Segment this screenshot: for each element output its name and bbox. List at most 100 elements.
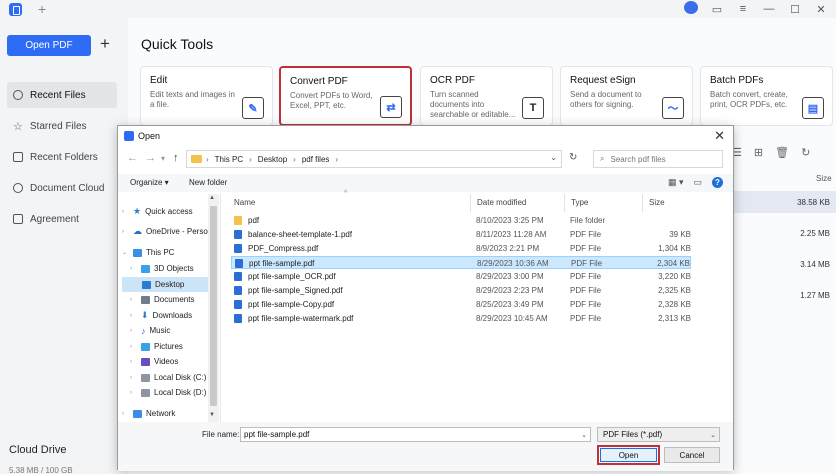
table-row[interactable]: ppt file-sample_OCR.pdf 8/29/2023 3:00 P… xyxy=(231,270,691,283)
table-row[interactable]: PDF_Compress.pdf 8/9/2023 2:21 PM PDF Fi… xyxy=(231,242,691,255)
network-icon xyxy=(133,409,142,418)
tree-item-network[interactable]: › Network xyxy=(122,406,175,421)
tool-card-edit[interactable]: Edit Edit texts and images in a file. ✎ xyxy=(140,66,273,126)
breadcrumb-this-pc[interactable]: This PC xyxy=(215,155,243,164)
scroll-up-icon[interactable]: ▲ xyxy=(209,195,215,201)
maximize-icon[interactable]: ☐ xyxy=(788,3,802,16)
tool-card-batch-pdfs[interactable]: Batch PDFs Batch convert, create, print,… xyxy=(700,66,833,126)
close-window-icon[interactable]: ✕ xyxy=(814,3,828,16)
open-button[interactable]: Open xyxy=(600,448,657,462)
tree-item-quick-access[interactable]: › ★ Quick access xyxy=(122,204,193,219)
chevron-down-icon[interactable]: ⌄ xyxy=(550,153,557,162)
tree-item-onedrive[interactable]: › ☁ OneDrive - Person xyxy=(122,224,212,239)
sidebar-item-document-cloud[interactable]: Document Cloud xyxy=(7,175,117,201)
help-icon[interactable]: ? xyxy=(712,177,723,188)
column-divider[interactable] xyxy=(642,194,643,212)
address-bar[interactable]: › This PC › Desktop › pdf files › ⌄ xyxy=(186,150,562,168)
refresh-icon[interactable]: ↻ xyxy=(801,146,810,159)
tree-item-label: Quick access xyxy=(145,207,193,216)
tree-item-videos[interactable]: › Videos xyxy=(130,354,178,369)
file-size: 2,313 KB xyxy=(658,314,691,323)
file-list: ^ Name Date modified Type Size pdf 8/10/… xyxy=(226,190,726,422)
tree-item-downloads[interactable]: › ⬇ Downloads xyxy=(130,308,192,323)
list-item[interactable]: 38.58 KB xyxy=(728,191,836,213)
tool-card-ocr-pdf[interactable]: OCR PDF Turn scanned documents into sear… xyxy=(420,66,553,126)
back-arrow-icon[interactable]: ← xyxy=(127,152,138,164)
tree-item-3d-objects[interactable]: › 3D Objects xyxy=(130,261,194,276)
column-header-size[interactable]: Size xyxy=(649,198,665,207)
column-divider[interactable] xyxy=(470,194,471,212)
table-row[interactable]: pdf 8/10/2023 3:25 PM File folder xyxy=(231,214,691,227)
grid-view-icon[interactable]: ⊞ xyxy=(754,146,763,159)
list-item[interactable]: 3.14 MB xyxy=(728,253,836,275)
sidebar-item-recent-folders[interactable]: Recent Folders xyxy=(7,144,117,170)
file-type-select[interactable]: PDF Files (*.pdf) ⌄ xyxy=(597,427,720,442)
tree-item-documents[interactable]: › Documents xyxy=(130,292,194,307)
file-name: ppt file-sample_OCR.pdf xyxy=(248,272,336,281)
esign-icon: 〜 xyxy=(662,97,684,119)
tree-item-music[interactable]: › ♪ Music xyxy=(130,323,170,338)
menu-icon[interactable]: ≡ xyxy=(736,3,750,15)
table-row[interactable]: ppt file-sample-watermark.pdf 8/29/2023 … xyxy=(231,312,691,325)
column-divider[interactable] xyxy=(564,194,565,212)
tree-item-this-pc[interactable]: ⌄ This PC xyxy=(122,245,174,260)
chevron-down-icon[interactable]: ⌄ xyxy=(581,431,587,439)
tool-card-request-esign[interactable]: Request eSign Send a document to others … xyxy=(560,66,693,126)
sidebar-item-recent-files[interactable]: Recent Files xyxy=(7,82,117,108)
new-folder-button[interactable]: New folder xyxy=(189,178,227,187)
disk-icon xyxy=(141,388,150,397)
list-item[interactable]: 2.25 MB xyxy=(728,222,836,244)
sort-ascending-icon: ^ xyxy=(344,190,348,197)
breadcrumb-desktop[interactable]: Desktop xyxy=(258,155,287,164)
recent-locations-icon[interactable]: ▾ xyxy=(161,154,165,163)
table-row[interactable]: ppt file-sample-Copy.pdf 8/25/2023 3:49 … xyxy=(231,298,691,311)
add-button[interactable]: + xyxy=(100,34,110,54)
organize-button[interactable]: Organize ▾ xyxy=(130,178,169,187)
tool-card-convert-pdf[interactable]: Convert PDF Convert PDFs to Word, Excel,… xyxy=(279,66,412,126)
file-date: 8/29/2023 2:23 PM xyxy=(476,286,544,295)
table-row[interactable]: ppt file-sample_Signed.pdf 8/29/2023 2:2… xyxy=(231,284,691,297)
column-header-type[interactable]: Type xyxy=(571,198,588,207)
up-arrow-icon[interactable]: ↑ xyxy=(173,152,179,164)
table-row[interactable]: balance-sheet-template-1.pdf 8/11/2023 1… xyxy=(231,228,691,241)
card-title: Edit xyxy=(150,75,168,86)
sidebar-item-agreement[interactable]: Agreement xyxy=(7,206,117,232)
chevron-down-icon: ⌄ xyxy=(710,432,716,439)
file-size: 3,220 KB xyxy=(658,272,691,281)
change-view-icon[interactable]: ▦ ▾ xyxy=(668,177,684,188)
delete-icon[interactable]: 🗑 xyxy=(775,146,789,159)
list-item[interactable]: 1.27 MB xyxy=(728,284,836,306)
file-type-value: PDF Files (*.pdf) xyxy=(603,430,663,439)
breadcrumb-pdf-files[interactable]: pdf files xyxy=(302,155,330,164)
sidebar-item-starred-files[interactable]: ☆ Starred Files xyxy=(7,113,117,139)
column-header-date[interactable]: Date modified xyxy=(477,198,526,207)
chat-icon[interactable]: ▭ xyxy=(710,3,724,16)
file-date: 8/25/2023 3:49 PM xyxy=(476,300,544,309)
search-input[interactable]: ⌕ Search pdf files xyxy=(593,150,723,168)
size-column-header: Size xyxy=(816,174,832,183)
tree-item-pictures[interactable]: › Pictures xyxy=(130,339,183,354)
pdf-file-icon xyxy=(234,300,242,309)
clock-icon xyxy=(13,90,23,100)
cancel-button[interactable]: Cancel xyxy=(664,447,720,463)
tree-item-local-disk-d[interactable]: › Local Disk (D:) xyxy=(130,385,206,400)
refresh-icon[interactable]: ↻ xyxy=(569,152,577,163)
column-header-name[interactable]: Name xyxy=(234,198,255,207)
file-type: PDF File xyxy=(570,230,602,239)
file-name: ppt file-sample.pdf xyxy=(249,259,315,268)
preview-pane-icon[interactable]: ▭ xyxy=(693,177,702,188)
table-row-selected[interactable]: ppt file-sample.pdf 8/29/2023 10:36 AM P… xyxy=(231,256,691,269)
tree-scrollbar[interactable]: ▲ ▼ xyxy=(208,194,219,422)
account-icon[interactable] xyxy=(684,1,698,17)
folder-icon xyxy=(13,152,23,162)
tree-item-desktop[interactable]: Desktop xyxy=(122,277,208,292)
minimize-icon[interactable]: — xyxy=(762,3,776,15)
scrollbar-thumb[interactable] xyxy=(210,206,217,406)
forward-arrow-icon[interactable]: → xyxy=(145,152,156,164)
new-tab-button[interactable]: + xyxy=(38,1,46,17)
file-name-input[interactable]: ppt file-sample.pdf ⌄ xyxy=(240,427,591,442)
open-pdf-button[interactable]: Open PDF xyxy=(7,35,91,56)
scroll-down-icon[interactable]: ▼ xyxy=(209,412,215,418)
dialog-close-icon[interactable]: ✕ xyxy=(714,128,725,144)
tree-item-local-disk-c[interactable]: › Local Disk (C:) xyxy=(130,370,206,385)
